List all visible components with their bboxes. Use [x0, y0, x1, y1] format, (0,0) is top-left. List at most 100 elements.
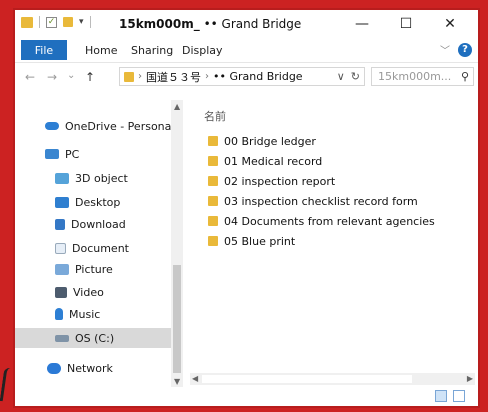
- maximize-button[interactable]: ☐: [384, 10, 428, 38]
- sidebar-item-os-c[interactable]: OS (C:): [15, 328, 171, 348]
- search-icon: ⚲: [460, 70, 469, 83]
- list-item[interactable]: 04 Documents from relevant agencies: [208, 212, 435, 230]
- up-arrow-icon[interactable]: ↑: [85, 70, 95, 84]
- folder-name: 05 Blue print: [224, 234, 296, 248]
- picture-icon: [55, 263, 69, 275]
- sidebar-scrollbar-thumb[interactable]: [173, 265, 181, 373]
- status-bar: [15, 387, 478, 406]
- folder-icon: [208, 216, 218, 226]
- window-title: 15km000m_ •• Grand Bridge: [119, 17, 301, 31]
- 3d-object-icon: [55, 172, 69, 184]
- divider: [89, 16, 91, 28]
- tab-home[interactable]: Home: [85, 44, 117, 57]
- explorer-window: ✓ ▾ 15km000m_ •• Grand Bridge — ☐ ✕ File…: [13, 8, 480, 408]
- sidebar-item-onedrive[interactable]: OneDrive - Personal: [45, 116, 174, 136]
- folder-icon: [208, 136, 218, 146]
- sidebar-item-label: Desktop: [75, 195, 121, 209]
- window-title-bold: 15km000m_: [119, 17, 200, 31]
- tab-file[interactable]: File: [21, 40, 67, 60]
- sidebar-item-label: PC: [65, 147, 80, 161]
- close-button[interactable]: ✕: [428, 10, 472, 38]
- video-icon: [55, 286, 67, 298]
- sidebar-item-3d-object[interactable]: 3D object: [55, 168, 128, 188]
- desktop-icon: [55, 196, 69, 208]
- window-controls: — ☐ ✕: [340, 10, 472, 38]
- expand-ribbon-icon[interactable]: ﹀: [440, 42, 450, 57]
- title-bar: ✓ ▾ 15km000m_ •• Grand Bridge — ☐ ✕: [15, 10, 478, 38]
- download-icon: [55, 218, 65, 230]
- folder-icon: [208, 196, 218, 206]
- breadcrumb-segment[interactable]: •• Grand Bridge: [213, 70, 303, 83]
- sidebar-item-network[interactable]: Network: [47, 358, 113, 378]
- sidebar-item-label: 3D object: [75, 171, 128, 185]
- folder-icon: [208, 236, 218, 246]
- sidebar-item-label: Network: [67, 361, 113, 375]
- tab-display[interactable]: Display: [182, 44, 223, 57]
- sidebar-item-label: OS (C:): [75, 331, 115, 345]
- sidebar-item-label: Music: [69, 307, 101, 321]
- chevron-right-icon[interactable]: ›: [205, 71, 209, 82]
- sidebar-item-pc[interactable]: PC: [45, 144, 79, 164]
- scroll-left-icon[interactable]: ◀: [192, 374, 198, 383]
- quick-access-toolbar: ✓ ▾: [21, 16, 91, 28]
- details-view-icon[interactable]: [435, 390, 447, 402]
- search-placeholder: 15km000m...: [378, 70, 452, 83]
- address-bar[interactable]: › 国道５３号 › •• Grand Bridge ∨ ↻: [119, 67, 365, 86]
- address-bar-controls: ∨ ↻: [337, 70, 360, 83]
- refresh-icon[interactable]: ↻: [351, 70, 360, 83]
- pc-icon: [45, 149, 59, 159]
- sidebar-item-document[interactable]: Document: [55, 238, 129, 258]
- sidebar-item-picture[interactable]: Picture: [55, 259, 113, 279]
- cloud-icon: [45, 122, 59, 130]
- chevron-right-icon[interactable]: ›: [138, 71, 142, 82]
- sidebar-item-label: Download: [71, 217, 126, 231]
- list-item[interactable]: 00 Bridge ledger: [208, 132, 316, 150]
- minimize-button[interactable]: —: [340, 10, 384, 38]
- file-list: 名前 00 Bridge ledger 01 Medical record 02…: [190, 100, 478, 380]
- list-item[interactable]: 01 Medical record: [208, 152, 322, 170]
- properties-icon[interactable]: ✓: [46, 16, 57, 28]
- breadcrumb-segment[interactable]: 国道５３号: [146, 69, 201, 85]
- sidebar-item-label: Document: [72, 241, 129, 255]
- scroll-down-icon[interactable]: ▼: [174, 377, 180, 386]
- sidebar-item-desktop[interactable]: Desktop: [55, 192, 120, 212]
- sidebar-item-label: OneDrive - Personal: [65, 119, 175, 133]
- tab-sharing[interactable]: Sharing: [131, 44, 173, 57]
- list-item[interactable]: 03 inspection checklist record form: [208, 192, 418, 210]
- sidebar-item-download[interactable]: Download: [55, 214, 126, 234]
- large-icons-view-icon[interactable]: [453, 390, 465, 402]
- sidebar-item-music[interactable]: Music: [55, 304, 100, 324]
- column-header-name[interactable]: 名前: [204, 108, 226, 124]
- scroll-up-icon[interactable]: ▲: [174, 102, 180, 111]
- help-icon[interactable]: ?: [458, 42, 472, 57]
- folder-icon: [208, 176, 218, 186]
- list-item[interactable]: 02 inspection report: [208, 172, 335, 190]
- customize-toolbar-icon[interactable]: ▾: [79, 17, 84, 27]
- window-title-rest: •• Grand Bridge: [203, 17, 302, 31]
- sidebar-item-video[interactable]: Video: [55, 282, 104, 302]
- address-dropdown-icon[interactable]: ∨: [337, 70, 345, 83]
- scroll-right-icon[interactable]: ▶: [467, 374, 473, 383]
- content-scrollbar[interactable]: ◀ ▶: [190, 373, 475, 385]
- content-scrollbar-thumb[interactable]: [202, 375, 412, 383]
- folder-name: 00 Bridge ledger: [224, 134, 316, 148]
- list-item[interactable]: 05 Blue print: [208, 232, 295, 250]
- forward-arrow-icon[interactable]: →: [47, 70, 57, 84]
- sidebar-item-label: Video: [73, 285, 104, 299]
- folder-icon: [208, 156, 218, 166]
- sidebar-item-label: Picture: [75, 262, 113, 276]
- ribbon-right: ﹀ ?: [440, 42, 472, 57]
- search-input[interactable]: 15km000m... ⚲: [371, 67, 474, 86]
- navigation-bar: ← → ⌄ ↑ › 国道５３号 › •• Grand Bridge ∨ ↻ 15…: [15, 63, 478, 91]
- recent-locations-icon[interactable]: ⌄: [67, 70, 75, 81]
- folder-icon: [21, 16, 33, 28]
- back-arrow-icon[interactable]: ←: [25, 70, 35, 84]
- document-icon: [55, 242, 66, 254]
- folder-icon: [124, 71, 134, 82]
- folder-name: 03 inspection checklist record form: [224, 194, 418, 208]
- ribbon-tabs: File Home Sharing Display ﹀ ?: [15, 38, 478, 63]
- new-folder-icon[interactable]: [63, 17, 73, 27]
- folder-name: 04 Documents from relevant agencies: [224, 214, 435, 228]
- divider: [39, 16, 40, 28]
- music-icon: [55, 308, 63, 320]
